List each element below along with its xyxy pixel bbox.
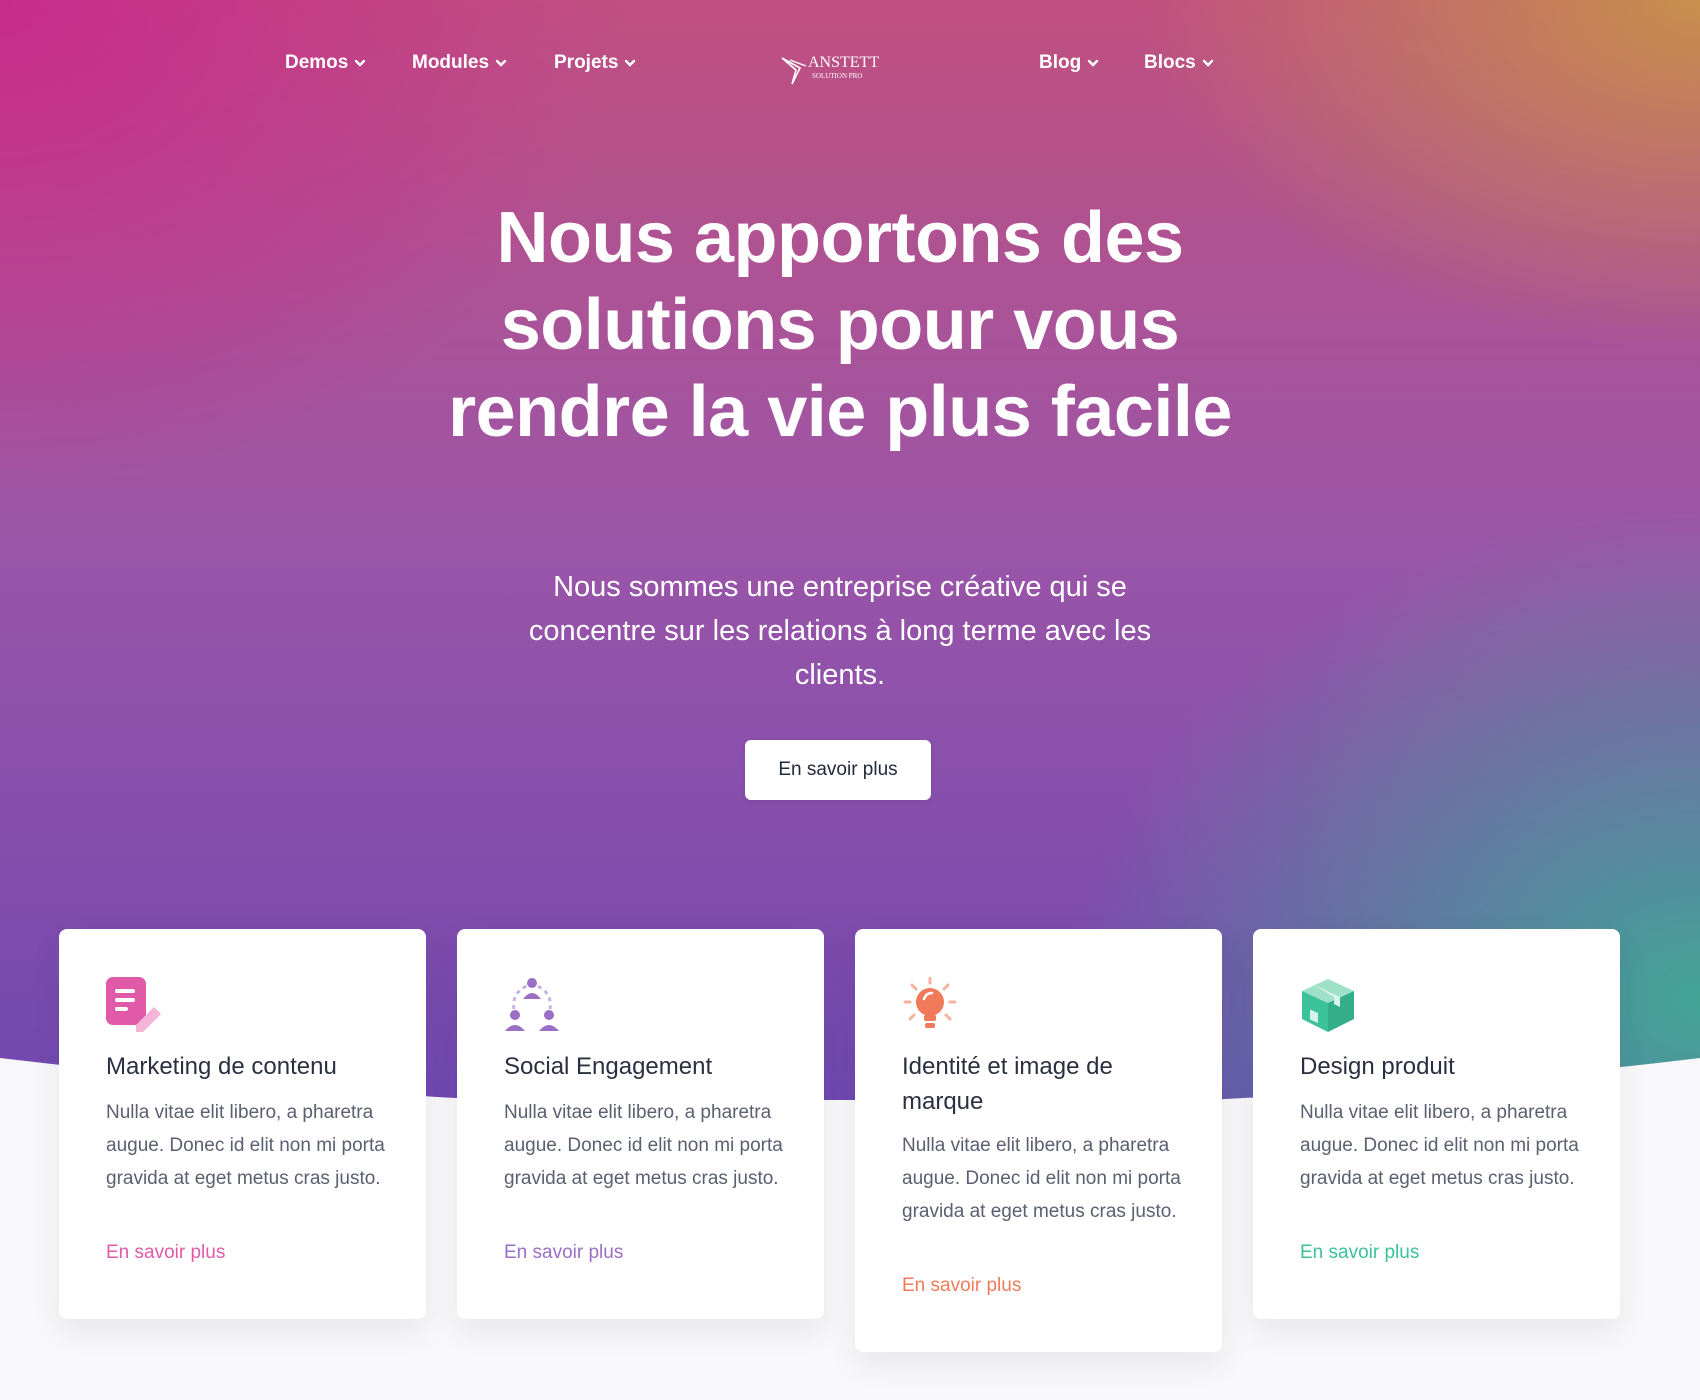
nav-demos[interactable]: Demos bbox=[285, 52, 366, 74]
nav-blocs-label: Blocs bbox=[1144, 52, 1196, 73]
card-text: Nulla vitae elit libero, a pharetra augu… bbox=[504, 1102, 783, 1189]
card-text: Nulla vitae elit libero, a pharetra augu… bbox=[106, 1102, 385, 1189]
chevron-down-icon bbox=[495, 59, 507, 67]
nav-modules[interactable]: Modules bbox=[412, 52, 507, 74]
chevron-down-icon bbox=[625, 59, 636, 67]
card-learn-more-link[interactable]: En savoir plus bbox=[1300, 1242, 1419, 1264]
card-title: Social Engagement bbox=[504, 1053, 713, 1080]
service-card-branding: Identité et image de marque Nulla vitae … bbox=[855, 929, 1222, 1352]
box-icon bbox=[1302, 979, 1354, 1032]
hero-title: Nous apportons des solutions pour vous r… bbox=[448, 198, 1232, 452]
service-card-marketing: Marketing de contenu Nulla vitae elit li… bbox=[59, 929, 426, 1319]
learn-more-button[interactable]: En savoir plus bbox=[745, 740, 931, 800]
card-learn-more-link[interactable]: En savoir plus bbox=[504, 1242, 623, 1264]
site-logo[interactable]: ANSTETT SOLUTION PRO bbox=[780, 50, 900, 90]
card-title: Marketing de contenu bbox=[106, 1053, 337, 1080]
service-card-product: Design produit Nulla vitae elit libero, … bbox=[1253, 929, 1620, 1319]
nav-blocs[interactable]: Blocs bbox=[1144, 52, 1214, 74]
chevron-down-icon bbox=[355, 59, 366, 67]
logo-bird-icon: ANSTETT SOLUTION PRO bbox=[781, 54, 879, 85]
lightbulb-icon bbox=[903, 977, 957, 1028]
service-card-social: Social Engagement Nulla vitae elit liber… bbox=[457, 929, 824, 1319]
card-title: Identité et image de marque bbox=[902, 1053, 1113, 1115]
nav-modules-label: Modules bbox=[412, 52, 490, 73]
nav-projets-label: Projets bbox=[554, 52, 619, 73]
card-title: Design produit bbox=[1300, 1053, 1455, 1080]
nav-blog[interactable]: Blog bbox=[1039, 52, 1099, 74]
nav-demos-label: Demos bbox=[285, 52, 349, 73]
card-text: Nulla vitae elit libero, a pharetra augu… bbox=[902, 1135, 1181, 1222]
card-learn-more-link[interactable]: En savoir plus bbox=[902, 1275, 1021, 1297]
chevron-down-icon bbox=[1202, 59, 1213, 67]
nav-projets[interactable]: Projets bbox=[554, 52, 636, 74]
card-text: Nulla vitae elit libero, a pharetra augu… bbox=[1300, 1102, 1579, 1189]
nav-blog-label: Blog bbox=[1039, 52, 1082, 73]
document-edit-icon bbox=[106, 977, 161, 1032]
card-learn-more-link[interactable]: En savoir plus bbox=[106, 1242, 225, 1264]
hero-subtitle: Nous sommes une entreprise créative qui … bbox=[528, 571, 1152, 691]
svg-text:ANSTETT: ANSTETT bbox=[808, 54, 879, 71]
svg-text:SOLUTION PRO: SOLUTION PRO bbox=[812, 72, 862, 80]
chevron-down-icon bbox=[1088, 59, 1099, 67]
users-network-icon bbox=[505, 978, 559, 1031]
